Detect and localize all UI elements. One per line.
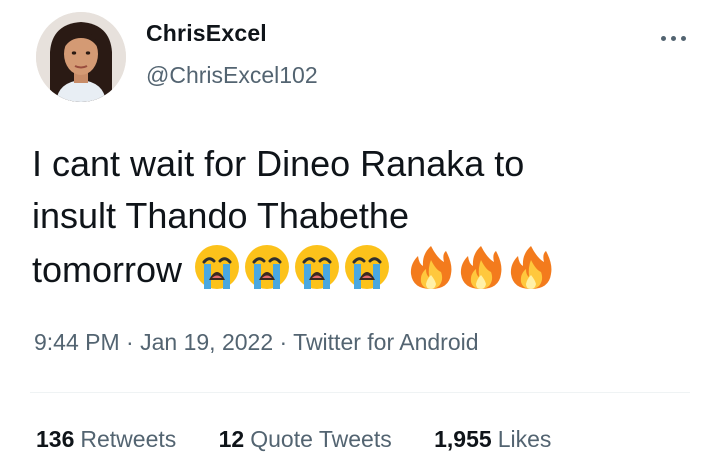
tweet-source-link[interactable]: Twitter for Android (293, 329, 478, 355)
likes-count: 1,955 (434, 426, 492, 452)
quote-tweets-label: Quote Tweets (250, 426, 392, 452)
retweets-count: 136 (36, 426, 75, 452)
divider (30, 392, 690, 393)
quote-tweets-stat[interactable]: 12 Quote Tweets (219, 426, 392, 453)
separator-dot: · (126, 329, 134, 355)
display-name[interactable]: ChrisExcel (146, 20, 267, 47)
likes-stat[interactable]: 1,955 Likes (434, 426, 551, 453)
tweet-line: insult Thando Thabethe (32, 195, 409, 236)
fire-icon (456, 242, 506, 292)
fire-icon (406, 242, 456, 292)
tweet-time[interactable]: 9:44 PM (34, 329, 120, 355)
tweet-date[interactable]: Jan 19, 2022 (140, 329, 273, 355)
retweets-stat[interactable]: 136 Retweets (36, 426, 176, 453)
loudly-crying-face-icon (242, 242, 292, 292)
tweet-line-with-emoji: tomorrow (32, 242, 682, 296)
loudly-crying-face-icon (192, 242, 242, 292)
loudly-crying-face-icon (292, 242, 342, 292)
engagement-stats: 136 Retweets 12 Quote Tweets 1,955 Likes (36, 426, 587, 453)
avatar[interactable] (36, 12, 126, 102)
fire-icon (506, 242, 556, 292)
tweet-line: tomorrow (32, 249, 183, 290)
likes-label: Likes (497, 426, 552, 452)
user-handle[interactable]: @ChrisExcel102 (146, 62, 318, 89)
tweet-metadata: 9:44 PM · Jan 19, 2022 · Twitter for And… (34, 329, 479, 356)
tweet-line: I cant wait for Dineo Ranaka to (32, 143, 525, 184)
loudly-crying-face-icon (342, 242, 392, 292)
tweet-text: I cant wait for Dineo Ranaka to insult T… (32, 138, 682, 296)
quote-tweets-count: 12 (218, 426, 245, 452)
more-options-icon[interactable] (655, 28, 691, 48)
separator-dot: · (279, 329, 288, 355)
retweets-label: Retweets (80, 426, 177, 452)
